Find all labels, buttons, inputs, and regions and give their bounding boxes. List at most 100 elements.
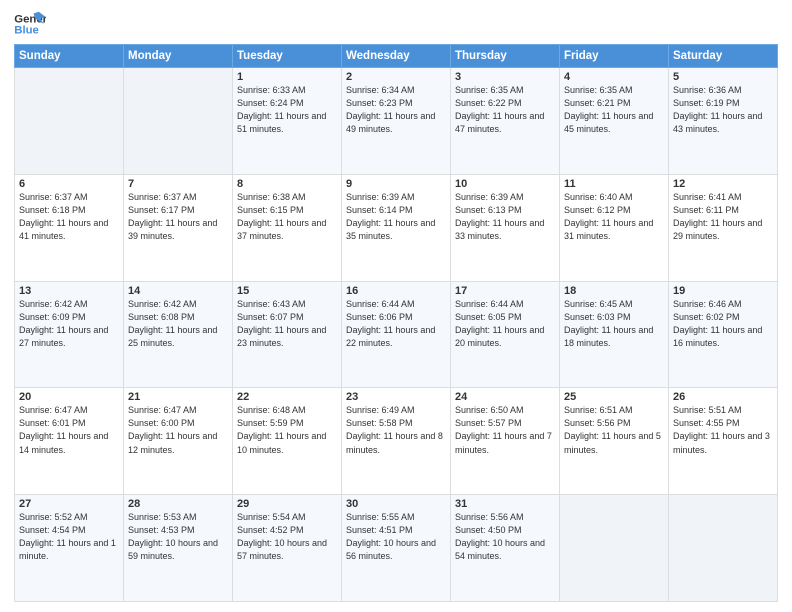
- cell-info: Sunrise: 6:45 AM Sunset: 6:03 PM Dayligh…: [564, 298, 664, 350]
- calendar-cell: 7Sunrise: 6:37 AM Sunset: 6:17 PM Daylig…: [124, 174, 233, 281]
- day-number: 19: [673, 285, 773, 297]
- calendar-cell: [560, 495, 669, 602]
- day-header-thursday: Thursday: [451, 45, 560, 68]
- day-number: 11: [564, 178, 664, 190]
- cell-info: Sunrise: 6:46 AM Sunset: 6:02 PM Dayligh…: [673, 298, 773, 350]
- day-number: 26: [673, 391, 773, 403]
- day-header-friday: Friday: [560, 45, 669, 68]
- day-number: 28: [128, 498, 228, 510]
- day-header-tuesday: Tuesday: [233, 45, 342, 68]
- calendar-cell: 8Sunrise: 6:38 AM Sunset: 6:15 PM Daylig…: [233, 174, 342, 281]
- cell-info: Sunrise: 6:39 AM Sunset: 6:14 PM Dayligh…: [346, 191, 446, 243]
- calendar-cell: 29Sunrise: 5:54 AM Sunset: 4:52 PM Dayli…: [233, 495, 342, 602]
- day-number: 2: [346, 71, 446, 83]
- calendar-week-row: 1Sunrise: 6:33 AM Sunset: 6:24 PM Daylig…: [15, 68, 778, 175]
- cell-info: Sunrise: 5:51 AM Sunset: 4:55 PM Dayligh…: [673, 404, 773, 456]
- calendar-week-row: 13Sunrise: 6:42 AM Sunset: 6:09 PM Dayli…: [15, 281, 778, 388]
- cell-info: Sunrise: 6:34 AM Sunset: 6:23 PM Dayligh…: [346, 84, 446, 136]
- calendar-week-row: 20Sunrise: 6:47 AM Sunset: 6:01 PM Dayli…: [15, 388, 778, 495]
- calendar-cell: 18Sunrise: 6:45 AM Sunset: 6:03 PM Dayli…: [560, 281, 669, 388]
- day-number: 31: [455, 498, 555, 510]
- calendar-cell: 17Sunrise: 6:44 AM Sunset: 6:05 PM Dayli…: [451, 281, 560, 388]
- day-header-monday: Monday: [124, 45, 233, 68]
- cell-info: Sunrise: 6:44 AM Sunset: 6:06 PM Dayligh…: [346, 298, 446, 350]
- calendar-cell: 16Sunrise: 6:44 AM Sunset: 6:06 PM Dayli…: [342, 281, 451, 388]
- day-number: 18: [564, 285, 664, 297]
- calendar-cell: 22Sunrise: 6:48 AM Sunset: 5:59 PM Dayli…: [233, 388, 342, 495]
- cell-info: Sunrise: 5:54 AM Sunset: 4:52 PM Dayligh…: [237, 511, 337, 563]
- cell-info: Sunrise: 6:39 AM Sunset: 6:13 PM Dayligh…: [455, 191, 555, 243]
- calendar-cell: 1Sunrise: 6:33 AM Sunset: 6:24 PM Daylig…: [233, 68, 342, 175]
- calendar-cell: 19Sunrise: 6:46 AM Sunset: 6:02 PM Dayli…: [669, 281, 778, 388]
- calendar-cell: 15Sunrise: 6:43 AM Sunset: 6:07 PM Dayli…: [233, 281, 342, 388]
- cell-info: Sunrise: 6:35 AM Sunset: 6:21 PM Dayligh…: [564, 84, 664, 136]
- day-header-wednesday: Wednesday: [342, 45, 451, 68]
- cell-info: Sunrise: 6:33 AM Sunset: 6:24 PM Dayligh…: [237, 84, 337, 136]
- calendar-cell: 6Sunrise: 6:37 AM Sunset: 6:18 PM Daylig…: [15, 174, 124, 281]
- calendar-cell: 26Sunrise: 5:51 AM Sunset: 4:55 PM Dayli…: [669, 388, 778, 495]
- day-number: 13: [19, 285, 119, 297]
- calendar-cell: 11Sunrise: 6:40 AM Sunset: 6:12 PM Dayli…: [560, 174, 669, 281]
- cell-info: Sunrise: 5:53 AM Sunset: 4:53 PM Dayligh…: [128, 511, 228, 563]
- calendar-cell: 27Sunrise: 5:52 AM Sunset: 4:54 PM Dayli…: [15, 495, 124, 602]
- day-number: 12: [673, 178, 773, 190]
- calendar-week-row: 27Sunrise: 5:52 AM Sunset: 4:54 PM Dayli…: [15, 495, 778, 602]
- cell-info: Sunrise: 6:37 AM Sunset: 6:17 PM Dayligh…: [128, 191, 228, 243]
- calendar-cell: [124, 68, 233, 175]
- calendar-cell: 4Sunrise: 6:35 AM Sunset: 6:21 PM Daylig…: [560, 68, 669, 175]
- cell-info: Sunrise: 5:52 AM Sunset: 4:54 PM Dayligh…: [19, 511, 119, 563]
- cell-info: Sunrise: 6:44 AM Sunset: 6:05 PM Dayligh…: [455, 298, 555, 350]
- svg-text:Blue: Blue: [14, 25, 39, 37]
- calendar-cell: 20Sunrise: 6:47 AM Sunset: 6:01 PM Dayli…: [15, 388, 124, 495]
- calendar-cell: 13Sunrise: 6:42 AM Sunset: 6:09 PM Dayli…: [15, 281, 124, 388]
- day-number: 21: [128, 391, 228, 403]
- calendar-cell: 9Sunrise: 6:39 AM Sunset: 6:14 PM Daylig…: [342, 174, 451, 281]
- logo-icon: General Blue: [14, 10, 46, 38]
- day-number: 24: [455, 391, 555, 403]
- day-number: 4: [564, 71, 664, 83]
- day-number: 5: [673, 71, 773, 83]
- day-number: 16: [346, 285, 446, 297]
- day-number: 9: [346, 178, 446, 190]
- calendar-cell: 12Sunrise: 6:41 AM Sunset: 6:11 PM Dayli…: [669, 174, 778, 281]
- day-number: 22: [237, 391, 337, 403]
- calendar-cell: 23Sunrise: 6:49 AM Sunset: 5:58 PM Dayli…: [342, 388, 451, 495]
- day-number: 17: [455, 285, 555, 297]
- day-number: 10: [455, 178, 555, 190]
- calendar-week-row: 6Sunrise: 6:37 AM Sunset: 6:18 PM Daylig…: [15, 174, 778, 281]
- cell-info: Sunrise: 6:47 AM Sunset: 6:01 PM Dayligh…: [19, 404, 119, 456]
- cell-info: Sunrise: 6:36 AM Sunset: 6:19 PM Dayligh…: [673, 84, 773, 136]
- day-header-saturday: Saturday: [669, 45, 778, 68]
- day-number: 30: [346, 498, 446, 510]
- calendar-cell: 5Sunrise: 6:36 AM Sunset: 6:19 PM Daylig…: [669, 68, 778, 175]
- calendar-header-row: SundayMondayTuesdayWednesdayThursdayFrid…: [15, 45, 778, 68]
- day-number: 25: [564, 391, 664, 403]
- calendar-cell: 28Sunrise: 5:53 AM Sunset: 4:53 PM Dayli…: [124, 495, 233, 602]
- calendar-cell: 14Sunrise: 6:42 AM Sunset: 6:08 PM Dayli…: [124, 281, 233, 388]
- cell-info: Sunrise: 6:50 AM Sunset: 5:57 PM Dayligh…: [455, 404, 555, 456]
- page: General Blue SundayMondayTuesdayWednesda…: [0, 0, 792, 612]
- calendar-cell: 24Sunrise: 6:50 AM Sunset: 5:57 PM Dayli…: [451, 388, 560, 495]
- calendar-cell: 31Sunrise: 5:56 AM Sunset: 4:50 PM Dayli…: [451, 495, 560, 602]
- day-number: 14: [128, 285, 228, 297]
- cell-info: Sunrise: 6:51 AM Sunset: 5:56 PM Dayligh…: [564, 404, 664, 456]
- cell-info: Sunrise: 6:40 AM Sunset: 6:12 PM Dayligh…: [564, 191, 664, 243]
- cell-info: Sunrise: 6:47 AM Sunset: 6:00 PM Dayligh…: [128, 404, 228, 456]
- day-number: 6: [19, 178, 119, 190]
- cell-info: Sunrise: 6:35 AM Sunset: 6:22 PM Dayligh…: [455, 84, 555, 136]
- cell-info: Sunrise: 5:55 AM Sunset: 4:51 PM Dayligh…: [346, 511, 446, 563]
- cell-info: Sunrise: 6:48 AM Sunset: 5:59 PM Dayligh…: [237, 404, 337, 456]
- calendar-cell: 2Sunrise: 6:34 AM Sunset: 6:23 PM Daylig…: [342, 68, 451, 175]
- day-number: 7: [128, 178, 228, 190]
- header: General Blue: [14, 10, 778, 38]
- calendar-table: SundayMondayTuesdayWednesdayThursdayFrid…: [14, 44, 778, 602]
- calendar-cell: 25Sunrise: 6:51 AM Sunset: 5:56 PM Dayli…: [560, 388, 669, 495]
- calendar-cell: [15, 68, 124, 175]
- calendar-cell: 3Sunrise: 6:35 AM Sunset: 6:22 PM Daylig…: [451, 68, 560, 175]
- day-number: 29: [237, 498, 337, 510]
- cell-info: Sunrise: 6:49 AM Sunset: 5:58 PM Dayligh…: [346, 404, 446, 456]
- calendar-cell: [669, 495, 778, 602]
- cell-info: Sunrise: 6:38 AM Sunset: 6:15 PM Dayligh…: [237, 191, 337, 243]
- day-number: 1: [237, 71, 337, 83]
- day-number: 20: [19, 391, 119, 403]
